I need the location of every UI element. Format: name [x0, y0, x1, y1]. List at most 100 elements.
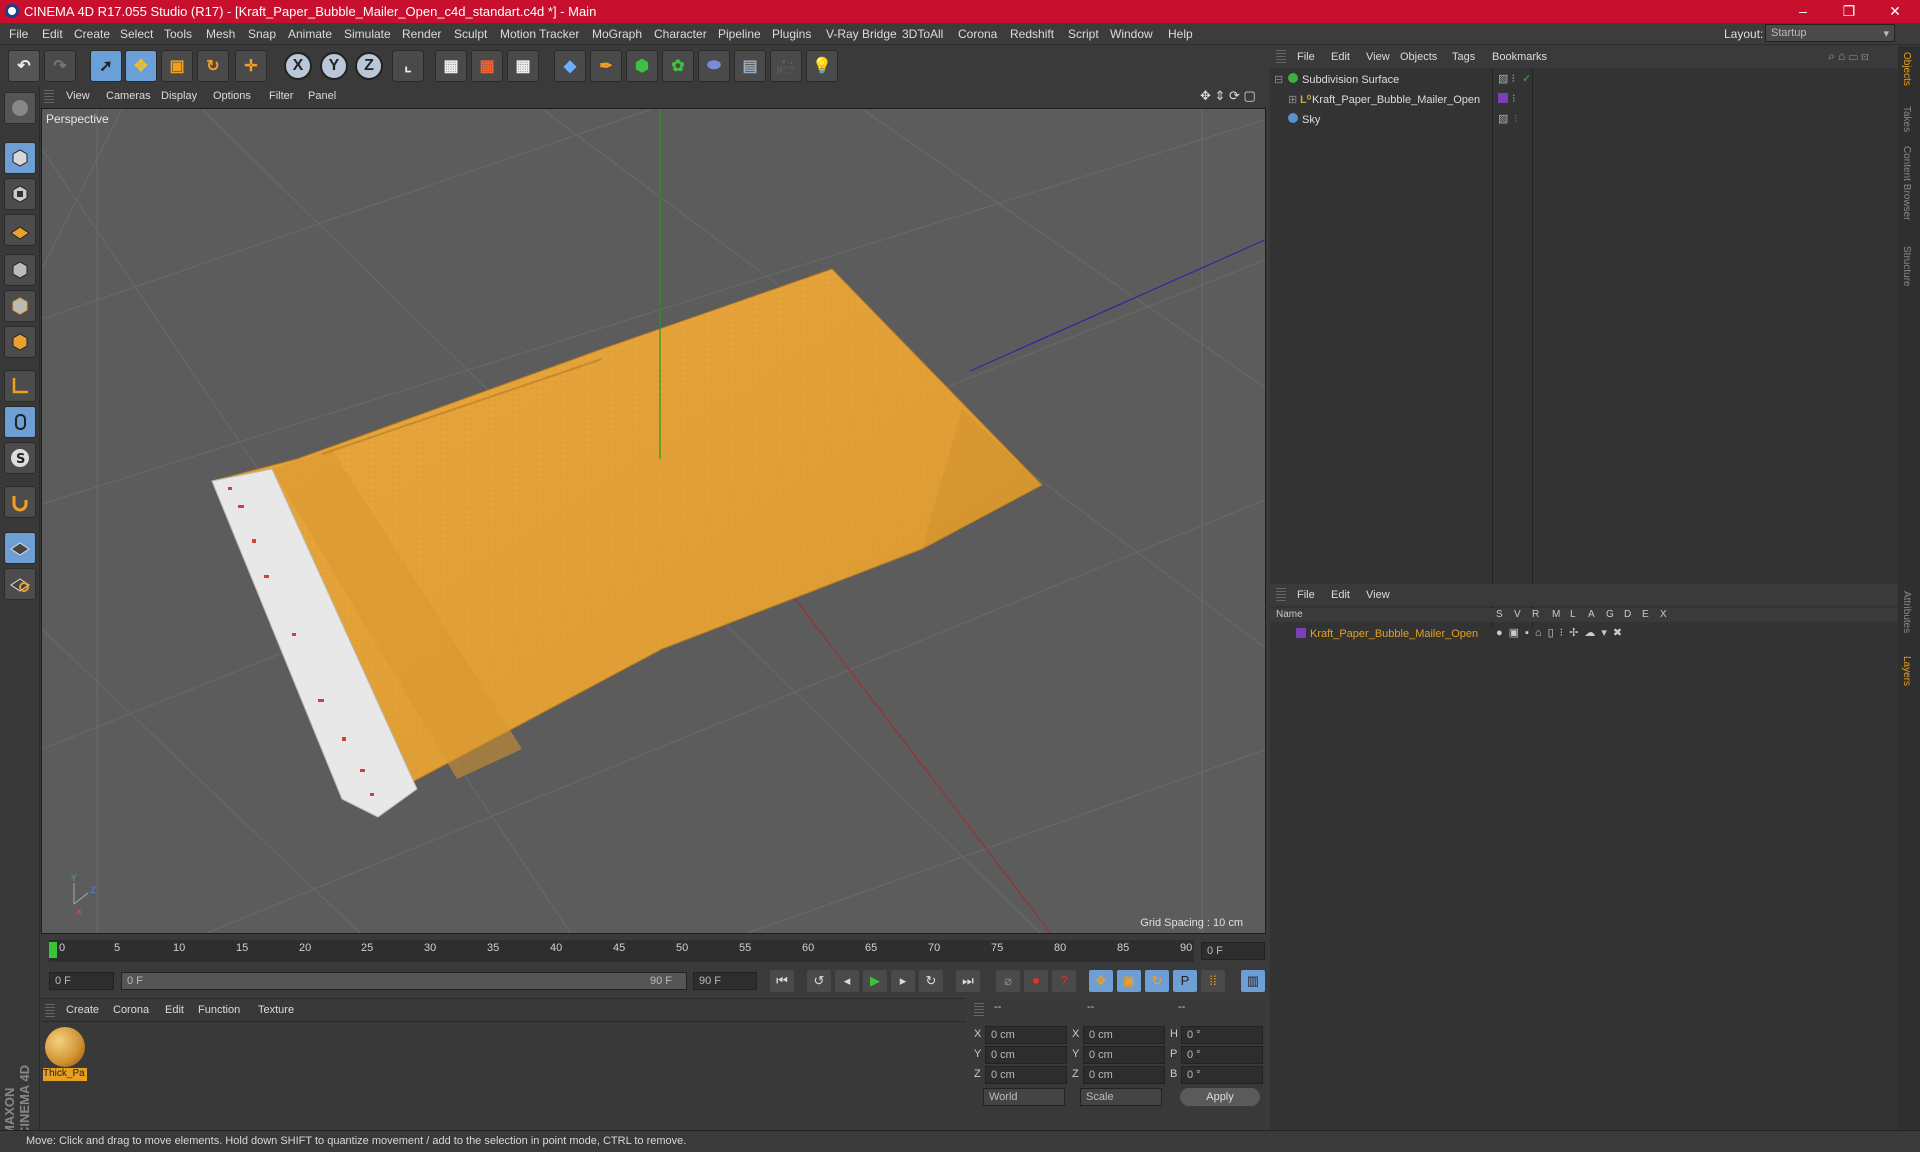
light-icon[interactable]: 💡	[806, 50, 838, 82]
layout-dropdown[interactable]: Startup ▾	[1765, 24, 1895, 42]
size-z-field[interactable]: 0 cm	[1083, 1066, 1165, 1084]
menu-animate[interactable]: Animate	[288, 27, 332, 41]
viewport-perspective[interactable]: Y Z X Perspective Grid Spacing : 10 cm	[41, 108, 1266, 934]
tree-expand-icon[interactable]: ⊟	[1274, 73, 1283, 86]
cube-icon[interactable]: ◆	[554, 50, 586, 82]
mailer-model[interactable]	[211, 268, 1043, 818]
object-row-sky[interactable]: Sky ▧ ⁝	[1274, 112, 1898, 130]
menu-sculpt[interactable]: Sculpt	[454, 27, 487, 41]
layer-toggle-icons[interactable]: ●▣▪⌂▯⁝✢☁▾✖	[1496, 626, 1628, 639]
tweak-icon[interactable]	[4, 406, 36, 438]
menu-corona[interactable]: Corona	[958, 27, 997, 41]
current-frame-field[interactable]: 0 F	[1201, 942, 1265, 960]
keyframe-icon[interactable]: ⌀	[996, 970, 1020, 992]
timeline-window-icon[interactable]: ▥	[1241, 970, 1265, 992]
timeline-ruler[interactable]: 0 5 10 15 20 25 30 35 40 45 50 55 60 65 …	[41, 938, 1266, 964]
rot-h-field[interactable]: 0 °	[1181, 1026, 1263, 1044]
key-pla-icon[interactable]: ⁞⁞	[1201, 970, 1225, 992]
vp-menu-filter[interactable]: Filter	[269, 90, 293, 102]
layer-menu-file[interactable]: File	[1297, 589, 1315, 601]
make-editable-icon[interactable]	[4, 92, 36, 124]
scale-icon[interactable]: ▣	[161, 50, 193, 82]
menu-redshift[interactable]: Redshift	[1010, 27, 1054, 41]
record-icon[interactable]: ⏺	[1024, 970, 1048, 992]
end-frame-field[interactable]: 90 F	[693, 972, 757, 990]
layer-row[interactable]: Kraft_Paper_Bubble_Mailer_Open ●▣▪⌂▯⁝✢☁▾…	[1274, 626, 1898, 644]
obj-menu-edit[interactable]: Edit	[1331, 51, 1350, 63]
solo-icon[interactable]: S	[4, 442, 36, 474]
play-icon[interactable]: ▶	[863, 970, 887, 992]
previous-frame-icon[interactable]: ◂	[835, 970, 859, 992]
edges-mode-icon[interactable]	[4, 290, 36, 322]
mat-menu-create[interactable]: Create	[66, 1004, 99, 1016]
move-icon[interactable]: ✥	[125, 50, 157, 82]
x-axis-icon[interactable]: X	[284, 52, 312, 80]
apply-button[interactable]: Apply	[1180, 1088, 1260, 1106]
obj-menu-file[interactable]: File	[1297, 51, 1315, 63]
scale-mode-dropdown[interactable]: Scale	[1080, 1088, 1162, 1106]
visibility-dots-icon[interactable]: ⁝	[1514, 112, 1518, 125]
layer-menu-edit[interactable]: Edit	[1331, 589, 1350, 601]
obj-menu-tags[interactable]: Tags	[1452, 51, 1475, 63]
key-scale-icon[interactable]: ▣	[1117, 970, 1141, 992]
transform-icon[interactable]: ✛	[235, 50, 267, 82]
vp-menu-display[interactable]: Display	[161, 90, 197, 102]
obj-menu-bookmarks[interactable]: Bookmarks	[1492, 51, 1547, 63]
search-icon[interactable]: ⌕ ⌂ ▭ ⊡	[1828, 49, 1869, 64]
enabled-check-icon[interactable]: ✓	[1522, 72, 1531, 85]
cloner-icon[interactable]: ✿	[662, 50, 694, 82]
auto-key-icon[interactable]: ?	[1052, 970, 1076, 992]
obj-menu-view[interactable]: View	[1366, 51, 1390, 63]
tab-takes[interactable]: Takes	[1901, 106, 1912, 132]
menu-create[interactable]: Create	[74, 27, 110, 41]
render-view-icon[interactable]: ▦	[435, 50, 467, 82]
vp-menu-cameras[interactable]: Cameras	[106, 90, 151, 102]
vp-menu-options[interactable]: Options	[213, 90, 251, 102]
minimize-button[interactable]: –	[1780, 0, 1826, 23]
live-select-icon[interactable]: ➚	[90, 50, 122, 82]
planar-workplane-icon[interactable]	[4, 568, 36, 600]
menu-pipeline[interactable]: Pipeline	[718, 27, 761, 41]
menu-3dtoall[interactable]: 3DToAll	[902, 27, 943, 41]
redo-icon[interactable]: ↷	[44, 50, 76, 82]
pos-y-field[interactable]: 0 cm	[985, 1046, 1067, 1064]
menu-render[interactable]: Render	[402, 27, 441, 41]
coordinate-system-icon[interactable]: ⌞	[392, 50, 424, 82]
menu-motion-tracker[interactable]: Motion Tracker	[500, 27, 579, 41]
key-rotation-icon[interactable]: ↻	[1145, 970, 1169, 992]
y-axis-icon[interactable]: Y	[320, 52, 348, 80]
object-row-subdivision[interactable]: ⊟ Subdivision Surface ▧ ⁝ ✓	[1274, 72, 1898, 90]
maximize-button[interactable]: ❐	[1826, 0, 1872, 23]
snap-icon[interactable]	[4, 486, 36, 518]
obj-menu-objects[interactable]: Objects	[1400, 51, 1437, 63]
undo-icon[interactable]: ↶	[8, 50, 40, 82]
menu-window[interactable]: Window	[1110, 27, 1153, 41]
mat-menu-edit[interactable]: Edit	[165, 1004, 184, 1016]
menu-select[interactable]: Select	[120, 27, 153, 41]
pen-spline-icon[interactable]: ✒	[590, 50, 622, 82]
layer-color-swatch[interactable]	[1296, 628, 1306, 638]
menu-edit[interactable]: Edit	[42, 27, 63, 41]
start-frame-field[interactable]: 0 F	[49, 972, 114, 990]
menu-vray-bridge[interactable]: V-Ray Bridge	[826, 27, 897, 41]
menu-mesh[interactable]: Mesh	[206, 27, 235, 41]
rotate-icon[interactable]: ↻	[197, 50, 229, 82]
next-key-icon[interactable]: ↻	[919, 970, 943, 992]
model-mode-icon[interactable]	[4, 142, 36, 174]
menu-file[interactable]: File	[9, 27, 28, 41]
material-swatch[interactable]: Thick_Pa	[43, 1025, 87, 1081]
texture-mode-icon[interactable]	[4, 178, 36, 210]
key-param-icon[interactable]: P	[1173, 970, 1197, 992]
previous-key-icon[interactable]: ↺	[807, 970, 831, 992]
menu-script[interactable]: Script	[1068, 27, 1099, 41]
render-picture-viewer-icon[interactable]: ▦	[471, 50, 503, 82]
menu-plugins[interactable]: Plugins	[772, 27, 811, 41]
object-row-mailer[interactable]: ⊞ L⁰ Kraft_Paper_Bubble_Mailer_Open ⁝	[1274, 92, 1898, 110]
rot-b-field[interactable]: 0 °	[1181, 1066, 1263, 1084]
menu-snap[interactable]: Snap	[248, 27, 276, 41]
menu-help[interactable]: Help	[1168, 27, 1193, 41]
workplane-mode-icon[interactable]	[4, 214, 36, 246]
rot-p-field[interactable]: 0 °	[1181, 1046, 1263, 1064]
menu-mograph[interactable]: MoGraph	[592, 27, 642, 41]
menu-tools[interactable]: Tools	[164, 27, 192, 41]
